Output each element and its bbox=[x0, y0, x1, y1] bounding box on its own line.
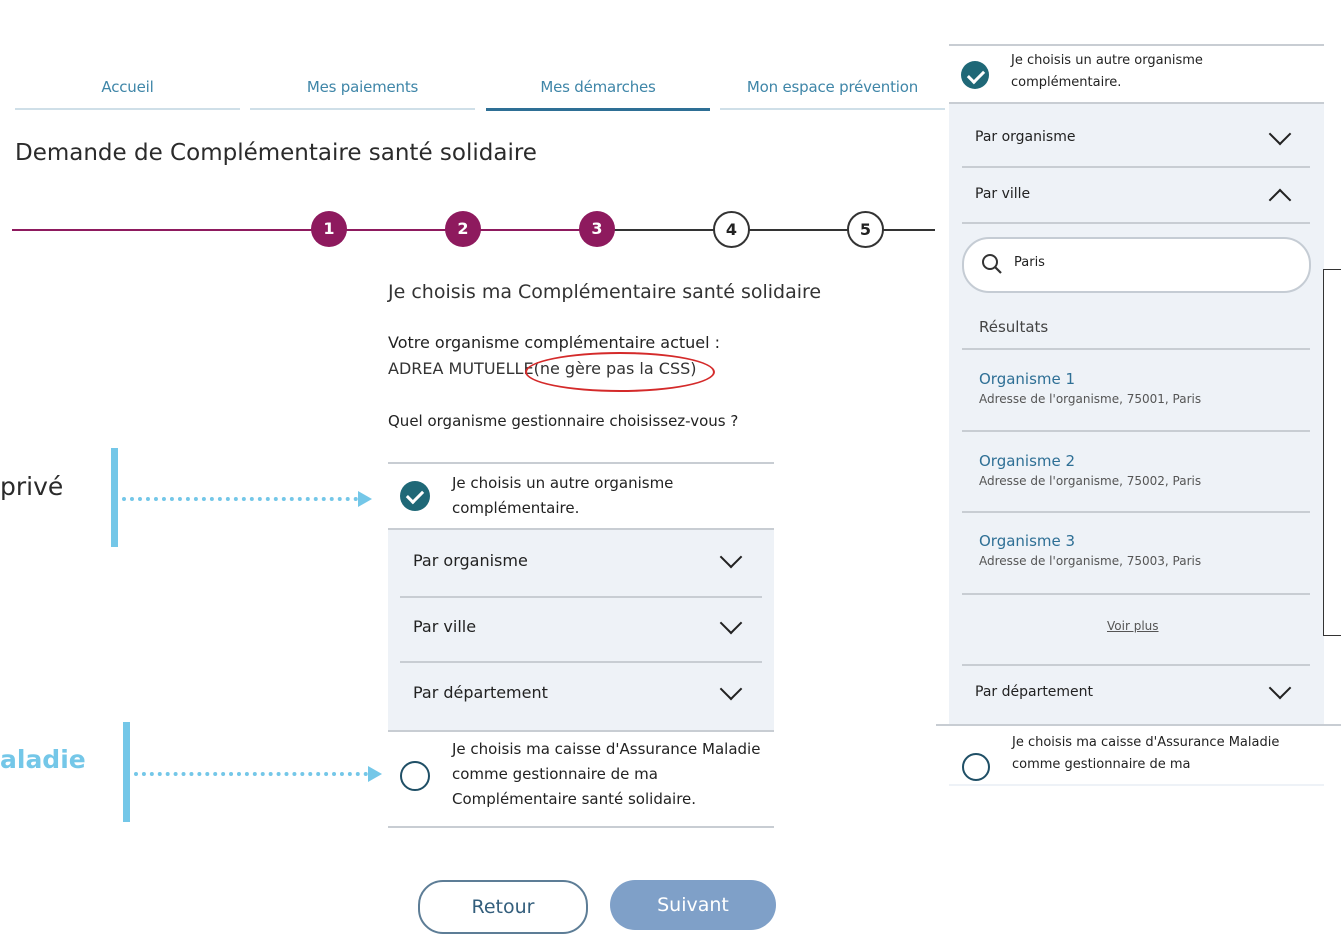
divider bbox=[962, 348, 1310, 350]
step-5: 5 bbox=[847, 211, 884, 248]
page-title: Demande de Complémentaire santé solidair… bbox=[15, 140, 537, 166]
panel-accordion-by-city[interactable]: Par ville bbox=[975, 186, 1295, 212]
highlight-ellipse bbox=[525, 352, 715, 392]
divider bbox=[962, 664, 1310, 666]
current-org-name: ADREA MUTUELLE bbox=[388, 359, 534, 378]
result-item[interactable]: Organisme 2 Adresse de l'organisme, 7500… bbox=[979, 452, 1299, 488]
mobile-panel bbox=[949, 44, 1324, 786]
next-button[interactable]: Suivant bbox=[610, 880, 776, 930]
see-more-link[interactable]: Voir plus bbox=[1107, 619, 1159, 633]
accordion-label: Par département bbox=[413, 683, 548, 702]
annotation-bar bbox=[123, 722, 130, 822]
back-button[interactable]: Retour bbox=[418, 880, 588, 934]
option-other-organism[interactable]: Je choisis un autre organisme complément… bbox=[388, 464, 774, 528]
divider bbox=[400, 661, 762, 663]
step-4: 4 bbox=[713, 211, 750, 248]
section-title: Je choisis ma Complémentaire santé solid… bbox=[388, 281, 822, 303]
panel-option-other-label: Je choisis un autre organisme complément… bbox=[1011, 53, 1203, 90]
check-icon bbox=[400, 481, 430, 511]
tab-mes-demarches[interactable]: Mes démarches bbox=[486, 74, 710, 111]
arrow-right-icon bbox=[358, 491, 372, 507]
tab-mes-paiements[interactable]: Mes paiements bbox=[250, 74, 475, 110]
panel-option-cpam-label: Je choisis ma caisse d'Assurance Maladie… bbox=[1012, 735, 1280, 772]
step-2: 2 bbox=[445, 211, 481, 247]
result-address: Adresse de l'organisme, 75002, Paris bbox=[979, 474, 1202, 488]
divider bbox=[400, 596, 762, 598]
tab-mon-espace-prevention[interactable]: Mon espace prévention bbox=[720, 74, 945, 110]
result-name: Organisme 2 bbox=[979, 452, 1076, 470]
stepper-line-done bbox=[12, 229, 597, 231]
divider bbox=[962, 593, 1310, 595]
accordion-by-department[interactable]: Par département bbox=[413, 677, 743, 713]
annotation-dotted-line bbox=[122, 497, 358, 501]
result-name: Organisme 1 bbox=[979, 370, 1076, 388]
result-item[interactable]: Organisme 3 Adresse de l'organisme, 7500… bbox=[979, 532, 1299, 568]
panel-option-cpam[interactable]: Je choisis ma caisse d'Assurance Maladie… bbox=[936, 724, 1341, 784]
search-icon bbox=[982, 254, 1002, 274]
radio-icon bbox=[400, 761, 430, 791]
city-search-input[interactable]: Paris bbox=[962, 237, 1311, 293]
option-cpam-label: Je choisis ma caisse d'Assurance Maladie… bbox=[452, 740, 761, 808]
annotation-prive: privé bbox=[0, 472, 64, 501]
tab-label: Mon espace prévention bbox=[746, 78, 919, 96]
accordion-by-city[interactable]: Par ville bbox=[413, 611, 743, 647]
search-value: Paris bbox=[1014, 255, 1045, 270]
step-1: 1 bbox=[311, 211, 347, 247]
divider bbox=[962, 166, 1310, 168]
annotation-dotted-line bbox=[134, 772, 368, 776]
tab-label: Mes paiements bbox=[306, 78, 419, 96]
side-frame bbox=[1323, 269, 1341, 636]
accordion-label: Par organisme bbox=[413, 551, 528, 570]
accordion-by-organism[interactable]: Par organisme bbox=[413, 545, 743, 581]
step-3: 3 bbox=[579, 211, 615, 247]
result-address: Adresse de l'organisme, 75001, Paris bbox=[979, 392, 1202, 406]
arrow-right-icon bbox=[368, 766, 382, 782]
question-label: Quel organisme gestionnaire choisissez-v… bbox=[388, 412, 739, 430]
divider bbox=[962, 511, 1310, 513]
accordion-label: Par département bbox=[975, 684, 1094, 700]
tab-accueil[interactable]: Accueil bbox=[15, 74, 240, 110]
result-address: Adresse de l'organisme, 75003, Paris bbox=[979, 554, 1202, 568]
chevron-up-icon bbox=[1268, 188, 1292, 212]
accordion-label: Par ville bbox=[975, 186, 1031, 202]
results-label: Résultats bbox=[979, 318, 1049, 336]
check-icon bbox=[961, 61, 989, 89]
accordion-label: Par ville bbox=[413, 617, 477, 636]
divider bbox=[962, 222, 1310, 224]
stepper-line-todo bbox=[597, 229, 935, 231]
accordion-label: Par organisme bbox=[975, 129, 1076, 145]
option-other-label: Je choisis un autre organisme complément… bbox=[452, 474, 674, 517]
annotation-bar bbox=[111, 448, 118, 547]
panel-accordion-by-organism[interactable]: Par organisme bbox=[975, 122, 1295, 155]
option-cpam[interactable]: Je choisis ma caisse d'Assurance Maladie… bbox=[388, 730, 774, 826]
tab-label: Mes démarches bbox=[540, 78, 656, 96]
panel-option-other[interactable]: Je choisis un autre organisme complément… bbox=[949, 46, 1324, 104]
radio-icon bbox=[962, 753, 990, 781]
result-name: Organisme 3 bbox=[979, 532, 1076, 550]
result-item[interactable]: Organisme 1 Adresse de l'organisme, 7500… bbox=[979, 370, 1299, 406]
tab-label: Accueil bbox=[101, 78, 154, 96]
divider bbox=[388, 826, 774, 828]
divider bbox=[962, 430, 1310, 432]
annotation-maladie: aladie bbox=[0, 745, 86, 774]
panel-accordion-by-department[interactable]: Par département bbox=[975, 676, 1295, 710]
current-org-label: Votre organisme complémentaire actuel : bbox=[388, 333, 721, 352]
